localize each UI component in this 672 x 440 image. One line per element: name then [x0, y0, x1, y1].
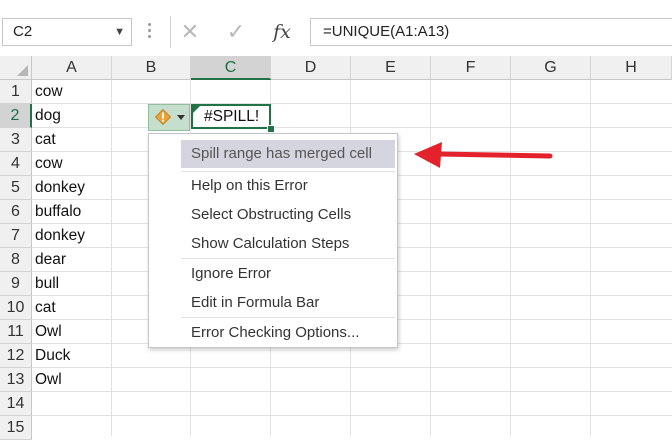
column-header-h[interactable]: H	[591, 56, 672, 80]
row-header-1[interactable]: 1	[0, 80, 32, 104]
formula-bar-grip[interactable]	[148, 20, 154, 44]
error-options-button[interactable]	[148, 104, 190, 131]
row-header-10[interactable]: 10	[0, 296, 32, 320]
cell-a6[interactable]: buffalo	[32, 200, 81, 224]
formula-bar: C2 ▼ ✕ ✓ fx =UNIQUE(A1:A13)	[0, 0, 672, 60]
row-header-11[interactable]: 11	[0, 320, 32, 344]
row-header-3[interactable]: 3	[0, 128, 32, 152]
row-header-2[interactable]: 2	[0, 104, 32, 128]
cell-a12[interactable]: Duck	[32, 344, 70, 368]
cell-a7[interactable]: donkey	[32, 224, 85, 248]
cell-a8[interactable]: dear	[32, 248, 66, 272]
cell-a5[interactable]: donkey	[32, 176, 85, 200]
menu-item-edit-formula-bar[interactable]: Edit in Formula Bar	[181, 289, 395, 317]
dropdown-arrow-icon	[177, 115, 185, 120]
menu-item-help[interactable]: Help on this Error	[181, 172, 395, 200]
column-header-b[interactable]: B	[112, 56, 191, 80]
annotation-arrow-icon	[414, 142, 553, 168]
column-header-e[interactable]: E	[351, 56, 431, 80]
cell-a3[interactable]: cat	[32, 128, 56, 152]
column-header-c[interactable]: C	[191, 56, 271, 80]
row-header-6[interactable]: 6	[0, 200, 32, 224]
column-header-d[interactable]: D	[271, 56, 351, 80]
column-header-f[interactable]: F	[431, 56, 511, 80]
cell-a10[interactable]: cat	[32, 296, 56, 320]
row-header-7[interactable]: 7	[0, 224, 32, 248]
name-box-dropdown-icon[interactable]: ▼	[114, 19, 125, 45]
menu-item-error-checking-options[interactable]: Error Checking Options...	[181, 319, 395, 347]
name-box-value: C2	[13, 23, 33, 40]
warning-diamond-icon	[155, 109, 171, 125]
row-header-12[interactable]: 12	[0, 344, 32, 368]
row-header-5[interactable]: 5	[0, 176, 32, 200]
column-header-g[interactable]: G	[511, 56, 591, 80]
row-header-8[interactable]: 8	[0, 248, 32, 272]
menu-item-show-calculation[interactable]: Show Calculation Steps	[181, 230, 395, 258]
row-header-9[interactable]: 9	[0, 272, 32, 296]
cell-a9[interactable]: bull	[32, 272, 59, 296]
menu-title-spill-range: Spill range has merged cell	[181, 140, 395, 168]
cell-a1[interactable]: cow	[32, 80, 63, 104]
formula-input[interactable]: =UNIQUE(A1:A13)	[310, 18, 672, 46]
fill-handle[interactable]	[267, 125, 275, 133]
row-header-4[interactable]: 4	[0, 152, 32, 176]
cancel-icon[interactable]: ✕	[170, 14, 210, 50]
row-header-14[interactable]: 14	[0, 392, 32, 416]
cell-a11[interactable]: Owl	[32, 320, 62, 344]
spill-error-value: #SPILL!	[204, 108, 260, 125]
row-header-15[interactable]: 15	[0, 416, 32, 440]
name-box[interactable]: C2 ▼	[2, 18, 132, 46]
menu-item-ignore-error[interactable]: Ignore Error	[181, 260, 395, 288]
cell-a13[interactable]: Owl	[32, 368, 62, 392]
enter-icon[interactable]: ✓	[216, 14, 256, 50]
row-header-13[interactable]: 13	[0, 368, 32, 392]
insert-function-icon[interactable]: fx	[262, 14, 302, 50]
select-all-corner[interactable]	[0, 56, 32, 80]
column-header-a[interactable]: A	[32, 56, 112, 80]
cell-a2[interactable]: dog	[32, 104, 61, 128]
menu-item-select-obstructing[interactable]: Select Obstructing Cells	[181, 201, 395, 229]
cell-a4[interactable]: cow	[32, 152, 63, 176]
error-context-menu: Spill range has merged cell Help on this…	[148, 133, 398, 348]
active-cell-c2[interactable]: #SPILL!	[191, 104, 271, 129]
